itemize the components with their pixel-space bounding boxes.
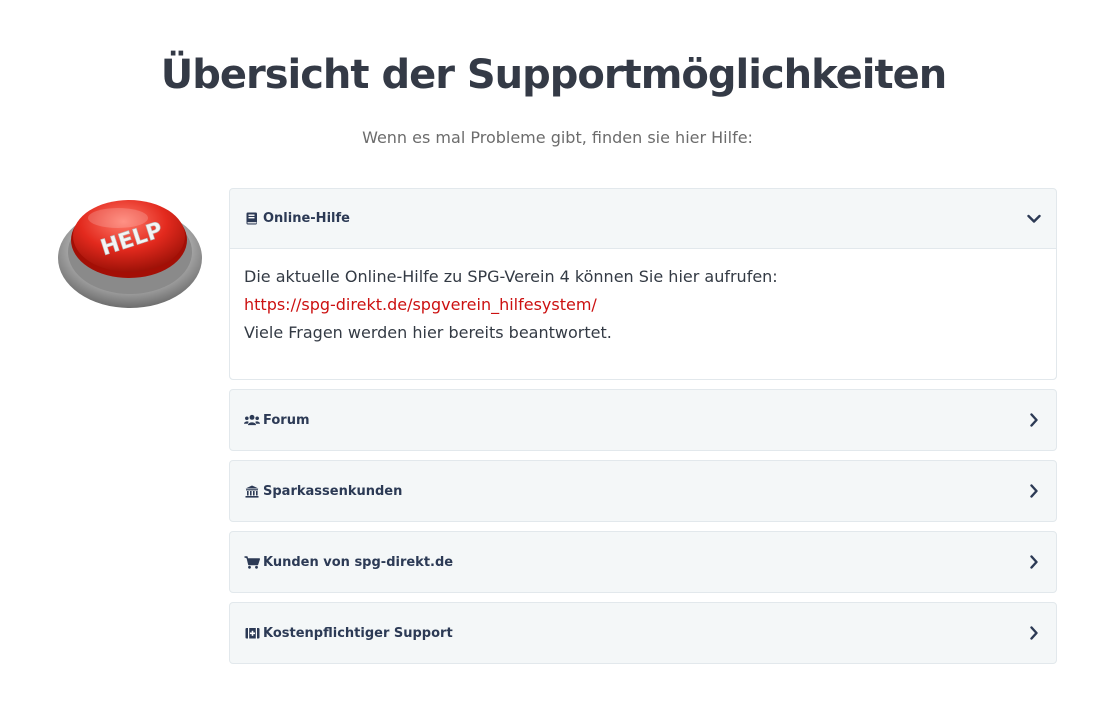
- accordion-item-kunden-spg-direkt: Kunden von spg-direkt.de: [229, 531, 1057, 593]
- accordion-header-kunden-spg-direkt[interactable]: Kunden von spg-direkt.de: [230, 532, 1056, 592]
- accordion-title: Forum: [263, 412, 310, 428]
- accordion-title: Sparkassenkunden: [263, 483, 403, 499]
- body-text-line: Die aktuelle Online-Hilfe zu SPG-Verein …: [244, 267, 778, 286]
- accordion-header-online-hilfe[interactable]: Online-Hilfe: [230, 189, 1056, 249]
- medkit-icon: [244, 626, 260, 640]
- accordion-body-online-hilfe: Die aktuelle Online-Hilfe zu SPG-Verein …: [230, 249, 1056, 379]
- accordion-title: Online-Hilfe: [263, 211, 350, 226]
- accordion-item-sparkassenkunden: Sparkassenkunden: [229, 460, 1057, 522]
- accordion-item-kostenpflichtiger-support: Kostenpflichtiger Support: [229, 602, 1057, 664]
- accordion-header-sparkassenkunden[interactable]: Sparkassenkunden: [230, 461, 1056, 521]
- chevron-right-icon[interactable]: [1026, 483, 1042, 499]
- online-help-link[interactable]: https://spg-direkt.de/spgverein_hilfesys…: [244, 295, 597, 314]
- chevron-right-icon[interactable]: [1026, 625, 1042, 641]
- page-title: Übersicht der Supportmöglichkeiten: [160, 52, 948, 98]
- accordion-header-forum[interactable]: Forum: [230, 390, 1056, 450]
- accordion-title: Kunden von spg-direkt.de: [263, 554, 454, 570]
- book-icon: [244, 212, 260, 226]
- chevron-down-icon[interactable]: [1026, 211, 1042, 227]
- help-button-image: HELP: [56, 184, 204, 312]
- chevron-right-icon[interactable]: [1026, 412, 1042, 428]
- support-accordion: Online-Hilfe Die aktuelle Online-Hilfe z…: [229, 188, 1057, 673]
- chevron-right-icon[interactable]: [1026, 554, 1042, 570]
- shopping-cart-icon: [244, 555, 260, 569]
- accordion-item-forum: Forum: [229, 389, 1057, 451]
- accordion-item-online-hilfe: Online-Hilfe Die aktuelle Online-Hilfe z…: [229, 188, 1057, 380]
- bank-icon: [244, 484, 260, 498]
- users-icon: [244, 413, 260, 427]
- accordion-title: Kostenpflichtiger Support: [263, 625, 453, 641]
- body-text-line: Viele Fragen werden hier bereits beantwo…: [244, 323, 612, 342]
- accordion-header-kostenpflichtiger-support[interactable]: Kostenpflichtiger Support: [230, 603, 1056, 663]
- page-subtitle: Wenn es mal Probleme gibt, finden sie hi…: [362, 128, 753, 147]
